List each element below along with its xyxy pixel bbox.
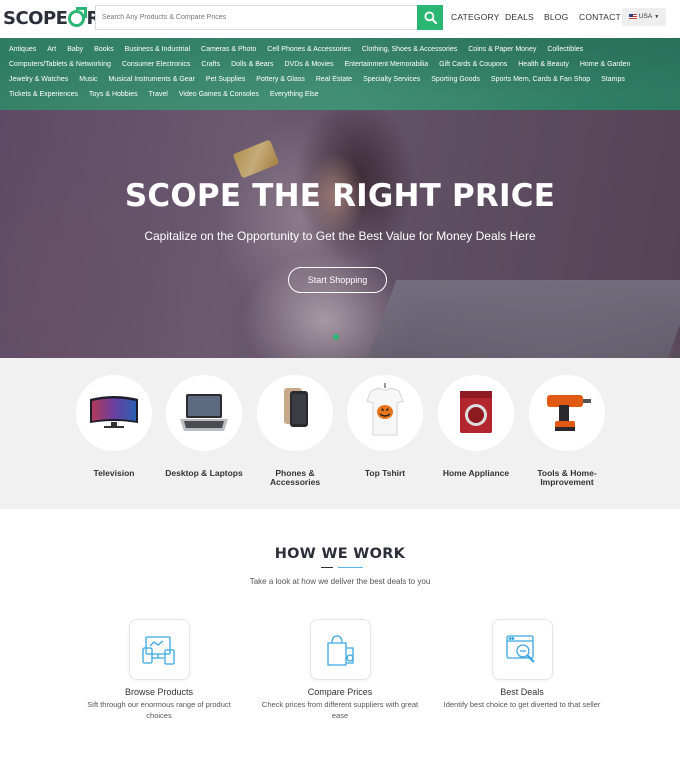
category-card-tools[interactable]: Tools & Home-Improvement: [528, 375, 606, 487]
step-browse-products: Browse Products Sift through our enormou…: [74, 619, 244, 721]
category-link[interactable]: Pottery & Glass: [256, 72, 305, 87]
category-link[interactable]: Real Estate: [316, 72, 352, 87]
category-label: Phones & Accessories: [269, 468, 321, 487]
caret-down-icon: ▼: [654, 14, 660, 20]
category-bar: Antiques Art Baby Books Business & Industria…: [0, 38, 680, 110]
category-link[interactable]: Baby: [67, 42, 83, 57]
category-link[interactable]: Music: [79, 72, 97, 87]
category-link[interactable]: Everything Else: [270, 87, 319, 102]
logo-text-left: SCOPE: [3, 7, 68, 29]
search-button[interactable]: [417, 5, 443, 30]
category-label: Home Appliance: [442, 468, 510, 478]
category-link[interactable]: Health & Beauty: [518, 57, 569, 72]
hero-subtitle: Capitalize on the Opportunity to Get the…: [144, 229, 536, 243]
devices-icon: [128, 619, 190, 680]
category-link[interactable]: Consumer Electronics: [122, 57, 190, 72]
category-card-appliance[interactable]: Home Appliance: [437, 375, 515, 478]
category-row: Antiques Art Baby Books Business & Industria…: [9, 42, 649, 57]
carousel-dot[interactable]: [333, 334, 339, 340]
nav-deals[interactable]: DEALS: [505, 5, 534, 30]
step-description: Check prices from different suppliers wi…: [261, 700, 419, 720]
category-link[interactable]: Specialty Services: [363, 72, 420, 87]
category-link[interactable]: Art: [47, 42, 56, 57]
category-row: Computers/Tablets & Networking Consumer E…: [9, 57, 649, 72]
category-card-television[interactable]: Television: [75, 375, 153, 478]
washing-machine-image: [438, 375, 514, 451]
title-underline-blue: [338, 567, 363, 568]
logo-p-mark-icon: [68, 9, 86, 27]
category-link[interactable]: DVDs & Movies: [284, 57, 333, 72]
shopping-bag-icon: [309, 619, 371, 680]
category-link[interactable]: Sporting Goods: [431, 72, 480, 87]
category-link[interactable]: Books: [94, 42, 113, 57]
category-label: Top Tshirt: [364, 468, 406, 478]
step-title: Best Deals: [500, 687, 544, 697]
category-link[interactable]: Crafts: [201, 57, 220, 72]
tshirt-image: [347, 375, 423, 451]
category-link[interactable]: Sports Mem, Cards & Fan Shop: [491, 72, 590, 87]
how-we-work-title: HOW WE WORK: [274, 546, 406, 562]
step-best-deals: Best Deals Identify best choice to get d…: [437, 619, 607, 710]
category-label: Television: [93, 468, 135, 478]
category-link[interactable]: Collectibles: [547, 42, 583, 57]
category-link[interactable]: Toys & Hobbies: [89, 87, 138, 102]
start-shopping-button[interactable]: Start Shopping: [288, 267, 387, 293]
drill-image: [529, 375, 605, 451]
nav-blog[interactable]: BLOG: [544, 5, 568, 30]
us-flag-icon: [628, 14, 637, 20]
category-link[interactable]: Jewelry & Watches: [9, 72, 68, 87]
category-label: Desktop & Laptops: [165, 468, 243, 478]
category-card-phones[interactable]: Phones & Accessories: [256, 375, 334, 487]
category-link[interactable]: Tickets & Experiences: [9, 87, 78, 102]
category-link[interactable]: Travel: [149, 87, 168, 102]
nav-category[interactable]: CATEGORY: [451, 5, 500, 30]
country-label: USA: [638, 13, 653, 20]
category-link[interactable]: Antiques: [9, 42, 36, 57]
step-title: Browse Products: [124, 687, 194, 697]
category-link[interactable]: Entertainment Memorabilia: [345, 57, 429, 72]
how-we-work-subtitle: Take a look at how we deliver the best d…: [249, 577, 431, 586]
deal-search-icon: [491, 619, 553, 680]
featured-categories: Television Desktop & Laptops Phones & Ac…: [0, 358, 680, 509]
step-title: Compare Prices: [307, 687, 373, 697]
category-link[interactable]: Cameras & Photo: [201, 42, 256, 57]
category-link[interactable]: Musical Instruments & Gear: [109, 72, 195, 87]
laptop-image: [166, 375, 242, 451]
search-input[interactable]: [95, 5, 417, 30]
category-link[interactable]: Gift Cards & Coupons: [439, 57, 507, 72]
title-underline-dark: [321, 567, 333, 568]
category-link[interactable]: Computers/Tablets & Networking: [9, 57, 111, 72]
search-icon: [423, 11, 437, 24]
category-label: Tools & Home-Improvement: [537, 468, 597, 487]
category-card-laptops[interactable]: Desktop & Laptops: [165, 375, 243, 478]
category-link[interactable]: Home & Garden: [580, 57, 631, 72]
nav-contact[interactable]: CONTACT: [579, 5, 621, 30]
category-card-tshirt[interactable]: Top Tshirt: [346, 375, 424, 478]
category-link[interactable]: Cell Phones & Accessories: [267, 42, 351, 57]
television-image: [76, 375, 152, 451]
category-link[interactable]: Dolls & Bears: [231, 57, 273, 72]
category-link[interactable]: Video Games & Consoles: [179, 87, 259, 102]
category-link[interactable]: Pet Supplies: [206, 72, 245, 87]
category-link[interactable]: Business & Industrial: [125, 42, 190, 57]
step-compare-prices: Compare Prices Check prices from differe…: [255, 619, 425, 721]
category-links: Antiques Art Baby Books Business & Industria…: [9, 42, 649, 102]
category-link[interactable]: Clothing, Shoes & Accessories: [362, 42, 457, 57]
step-description: Identify best choice to get diverted to …: [443, 700, 601, 709]
hero-title: SCOPE THE RIGHT PRICE: [124, 178, 556, 214]
phone-image: [257, 375, 333, 451]
category-row: Jewelry & Watches Music Musical Instrument…: [9, 72, 649, 87]
category-link[interactable]: Coins & Paper Money: [468, 42, 536, 57]
country-selector[interactable]: USA ▼: [622, 8, 666, 26]
category-row: Tickets & Experiences Toys & Hobbies Trave…: [9, 87, 649, 102]
step-description: Sift through our enormous range of produ…: [87, 700, 231, 720]
site-header: SCOPERICE CATEGORY DEALS BLOG CONTACT US…: [0, 0, 680, 38]
category-link[interactable]: Stamps: [601, 72, 625, 87]
